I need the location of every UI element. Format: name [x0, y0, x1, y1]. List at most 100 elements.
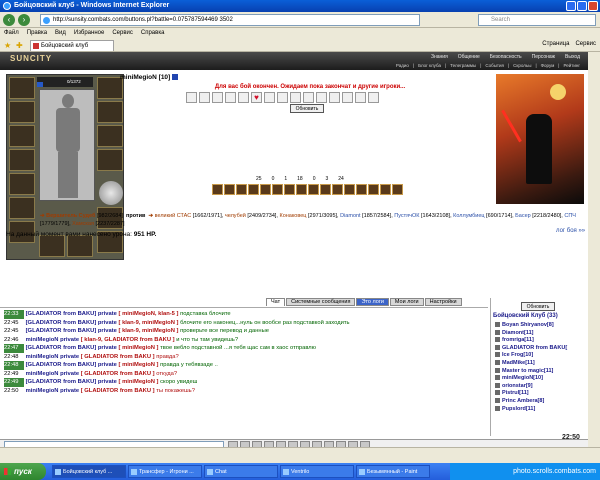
user-entry[interactable]: miniMegioN[10] — [495, 375, 587, 383]
message-sender[interactable]: miniMegioN — [26, 337, 59, 343]
defend-zone-3[interactable] — [290, 92, 301, 103]
message-sender[interactable]: [GLADIATOR from BAKU] — [26, 379, 97, 385]
message-sender[interactable]: miniMegioN — [26, 354, 59, 360]
tab-these-logs[interactable]: Это логи — [356, 298, 389, 306]
effect-icon[interactable] — [332, 184, 343, 195]
defend-zone-1[interactable] — [264, 92, 275, 103]
task-item[interactable]: Бойцовский клуб ... — [52, 465, 126, 478]
menu-file[interactable]: Файл — [4, 28, 19, 39]
effect-icon[interactable] — [224, 184, 235, 195]
heart-icon[interactable]: ♥ — [251, 92, 262, 103]
menu-edit[interactable]: Правка — [27, 28, 47, 39]
message-recipient[interactable]: [ miniMegioN ] — [119, 362, 159, 368]
nav-events[interactable]: События — [485, 63, 504, 68]
menu-favorites[interactable]: Избранное — [74, 28, 104, 39]
info-icon[interactable] — [172, 74, 179, 81]
effect-icon[interactable] — [248, 184, 259, 195]
tab-chat[interactable]: Чат — [266, 298, 286, 306]
user-entry[interactable]: Boyan Shiryanov[8] — [495, 322, 587, 330]
rune-slot-1[interactable] — [39, 235, 65, 257]
tab-my-logs[interactable]: Мои логи — [389, 298, 424, 306]
user-entry[interactable]: Diamont[11] — [495, 330, 587, 338]
battle-log-link[interactable]: лог боя »» — [556, 228, 585, 234]
tab-settings[interactable]: Настройки — [424, 298, 462, 306]
task-item[interactable]: Chat — [204, 465, 278, 478]
effect-icon[interactable] — [296, 184, 307, 195]
defend-zone-2[interactable] — [277, 92, 288, 103]
nav-scrolls[interactable]: Скрольы — [513, 63, 531, 68]
effect-icon[interactable] — [380, 184, 391, 195]
enemy-name[interactable]: ПустячОК — [394, 213, 419, 219]
user-entry[interactable]: orionstar[9] — [495, 383, 587, 391]
browser-tab[interactable]: Бойцовский клуб — [30, 40, 114, 51]
message-recipient[interactable]: [ miniMegioN ] — [119, 379, 159, 385]
add-favorite-icon[interactable]: ✚ — [16, 41, 23, 50]
message-sender[interactable]: [GLADIATOR from BAKU] — [26, 345, 97, 351]
effect-icon[interactable] — [308, 184, 319, 195]
message-recipient[interactable]: [ klan-9, miniMegioN ] — [119, 328, 179, 334]
task-item[interactable]: Трансфер - Игрони ... — [128, 465, 202, 478]
enemy-name[interactable]: челубей — [225, 213, 246, 219]
leader-name[interactable]: Вершитель Судеб — [46, 213, 95, 219]
close-icon[interactable] — [588, 1, 598, 11]
nav-exit[interactable]: Выход — [565, 54, 580, 60]
enemy-name[interactable]: великий СТАС — [155, 213, 192, 219]
enemy-name[interactable]: Хамская — [72, 221, 94, 227]
effect-icon[interactable] — [356, 184, 367, 195]
message-recipient[interactable]: [ miniMegioN, klan-5 ] — [119, 311, 179, 317]
effect-icon[interactable] — [272, 184, 283, 195]
user-entry[interactable]: GLADIATOR from BAKU[ — [495, 345, 587, 353]
back-icon[interactable]: ‹ — [3, 14, 15, 26]
attack-zone-1[interactable] — [186, 92, 197, 103]
attack-zone-4[interactable] — [225, 92, 236, 103]
attack-zone-3[interactable] — [212, 92, 223, 103]
page-menu[interactable]: Страница — [542, 41, 569, 47]
message-sender[interactable]: miniMegioN — [26, 371, 59, 377]
nav-character[interactable]: Персонаж — [532, 54, 555, 60]
message-recipient[interactable]: [ GLADIATOR from BAKU ] — [81, 388, 155, 394]
rune-slot-2[interactable] — [67, 235, 93, 257]
search-input[interactable]: Search — [478, 14, 596, 26]
necklace-slot[interactable] — [97, 101, 123, 123]
message-recipient[interactable]: [ klan-9, miniMegioN ] — [119, 320, 179, 326]
maximize-icon[interactable] — [577, 1, 587, 11]
message-sender[interactable]: [GLADIATOR from BAKU] — [26, 311, 97, 317]
attack-zone-5[interactable] — [238, 92, 249, 103]
update-button[interactable]: Обновить — [290, 104, 324, 113]
effect-icon[interactable] — [344, 184, 355, 195]
defend-zone-9[interactable] — [368, 92, 379, 103]
user-entry[interactable]: Pupslord[11] — [495, 406, 587, 414]
nav-radio[interactable]: Радио — [396, 63, 409, 68]
enemy-name[interactable]: Басер — [515, 213, 531, 219]
user-entry[interactable]: fromriga[11] — [495, 337, 587, 345]
attack-zone-2[interactable] — [199, 92, 210, 103]
nav-telegrams[interactable]: Телеграммы — [450, 63, 476, 68]
message-recipient[interactable]: [ klan-9, GLADIATOR from BAKU ] — [81, 337, 175, 343]
message-sender[interactable]: miniMegioN — [26, 388, 59, 394]
bracer-slot[interactable] — [97, 125, 123, 147]
ring-slot[interactable] — [9, 197, 35, 219]
enemy-name[interactable]: Конаковец — [279, 213, 306, 219]
effect-icon[interactable] — [284, 184, 295, 195]
menu-help[interactable]: Справка — [141, 28, 165, 39]
armor-slot[interactable] — [9, 149, 35, 171]
task-item[interactable]: Ventrilo — [280, 465, 354, 478]
user-entry[interactable]: Pistrul[11] — [495, 390, 587, 398]
user-entry[interactable]: MadMike[11] — [495, 360, 587, 368]
user-entry[interactable]: Princ Ambera[8] — [495, 398, 587, 406]
belt-slot[interactable] — [9, 173, 35, 195]
defend-zone-4[interactable] — [303, 92, 314, 103]
minimize-icon[interactable] — [566, 1, 576, 11]
message-recipient[interactable]: [ miniMegioN ] — [119, 345, 159, 351]
forward-icon[interactable]: › — [18, 14, 30, 26]
nav-blog[interactable]: Блог клуба — [418, 63, 441, 68]
amulet-slot[interactable] — [9, 101, 35, 123]
refresh-button[interactable]: Обновить — [521, 302, 555, 311]
message-sender[interactable]: [GLADIATOR from BAKU] — [26, 362, 97, 368]
message-recipient[interactable]: [ GLADIATOR from BAKU ] — [81, 371, 155, 377]
effect-icon[interactable] — [212, 184, 223, 195]
enemy-name[interactable]: Diamont — [340, 213, 360, 219]
message-sender[interactable]: [GLADIATOR from BAKU] — [26, 320, 97, 326]
menu-tools[interactable]: Сервис — [112, 28, 133, 39]
task-item[interactable]: Безымянный - Paint — [356, 465, 430, 478]
